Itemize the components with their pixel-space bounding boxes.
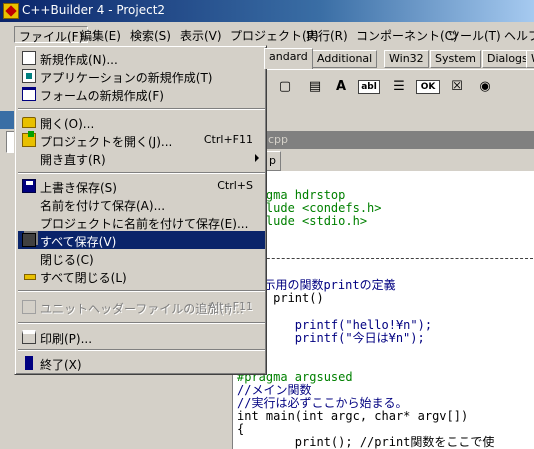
code-separator — [237, 258, 533, 259]
open-project-icon — [22, 131, 36, 147]
new-application-icon — [22, 69, 36, 83]
tab-win31[interactable]: Wi — [526, 50, 534, 68]
menu-separator — [18, 322, 265, 324]
menu-item-new[interactable]: 新規作成(N)... — [18, 49, 265, 67]
save-all-icon — [22, 233, 36, 247]
menu-item-label: すべて閉じる(L) — [40, 271, 127, 285]
file-menu-dropdown: 新規作成(N)... アプリケーションの新規作成(T) フォームの新規作成(F)… — [14, 45, 267, 375]
menu-separator — [18, 172, 265, 174]
palette-components: ▢ ▤ A abl ☰ OK ☒ ◉ — [264, 69, 534, 105]
new-document-icon — [22, 51, 36, 65]
frame-icon[interactable]: ▢ — [274, 76, 296, 98]
tab-system[interactable]: System — [430, 50, 482, 68]
menu-item-label: 終了(X) — [40, 358, 82, 372]
print-icon — [22, 330, 36, 344]
toolbar-gap — [264, 105, 534, 125]
menu-edit[interactable]: 編集(E) — [76, 26, 125, 43]
menu-run[interactable]: 実行(R) — [302, 26, 352, 43]
code-line: int main(int argc, char* argv[]) — [237, 409, 469, 423]
editor-gutter — [204, 365, 232, 449]
menu-help[interactable]: ヘルプ — [500, 26, 534, 43]
menu-item-shortcut: Alt+F11 — [208, 300, 253, 313]
menu-item-close[interactable]: 閉じる(C) — [18, 249, 265, 267]
menu-item-open[interactable]: 開く(O)... — [18, 113, 265, 131]
menu-tools[interactable]: ツール(T) — [444, 26, 505, 43]
close-all-icon — [22, 269, 36, 283]
code-editor[interactable]: #pragma hdrstop #include <condefs.h> #in… — [232, 171, 534, 449]
menu-item-label: 開き直す(R) — [40, 153, 106, 167]
menu-item-label: プロジェクトを開く(J)... — [40, 135, 173, 149]
menu-item-label: フォームの新規作成(F) — [40, 89, 164, 103]
window-title: C++Builder 4 - Project2 — [22, 3, 166, 17]
popup-menu-icon[interactable]: ▤ — [304, 76, 326, 98]
menu-item-label: 閉じる(C) — [40, 253, 94, 267]
menu-item-label: 印刷(P)... — [40, 332, 93, 346]
button-component-icon[interactable]: OK — [416, 80, 440, 94]
menu-item-save-all[interactable]: すべて保存(V) — [18, 231, 265, 249]
menu-separator — [18, 349, 265, 351]
menu-item-shortcut: Ctrl+F11 — [203, 133, 253, 146]
menu-item-new-application[interactable]: アプリケーションの新規作成(T) — [18, 67, 265, 85]
tab-standard[interactable]: andard — [264, 48, 313, 69]
menu-item-label: 新規作成(N)... — [40, 53, 118, 67]
menu-item-reopen[interactable]: 開き直す(R) — [18, 149, 265, 167]
menu-separator — [18, 108, 265, 110]
component-palette: andard Additional Win32 System Dialogs W… — [264, 45, 534, 105]
menu-item-exit[interactable]: 終了(X) — [18, 354, 265, 372]
checkbox-component-icon[interactable]: ☒ — [446, 76, 468, 98]
title-bar: C++Builder 4 - Project2 — [0, 0, 534, 22]
menu-bar: ファイル(F) 編集(E) 検索(S) 表示(V) プロジェクト(P) 実行(R… — [0, 23, 534, 45]
code-line: print(); //print関数をここで使 — [237, 435, 495, 449]
menu-item-save[interactable]: 上書き保存(S) Ctrl+S — [18, 177, 265, 195]
menu-search[interactable]: 検索(S) — [126, 26, 175, 43]
menu-item-label: 名前を付けて保存(A)... — [40, 199, 166, 213]
submenu-arrow-icon — [255, 154, 259, 162]
menu-item-close-all[interactable]: すべて閉じる(L) — [18, 267, 265, 285]
menu-item-new-form[interactable]: フォームの新規作成(F) — [18, 85, 265, 103]
menu-item-label: 開く(O)... — [40, 117, 95, 131]
menu-item-open-project[interactable]: プロジェクトを開く(J)... Ctrl+F11 — [18, 131, 265, 149]
menu-separator — [18, 290, 265, 292]
menu-item-label: プロジェクトに名前を付けて保存(E)... — [40, 217, 249, 231]
memo-component-icon[interactable]: ☰ — [388, 76, 410, 98]
menu-item-save-project-as[interactable]: プロジェクトに名前を付けて保存(E)... — [18, 213, 265, 231]
open-folder-icon — [22, 117, 36, 128]
menu-item-label: 上書き保存(S) — [40, 181, 117, 195]
tab-additional[interactable]: Additional — [312, 50, 378, 68]
menu-item-label: アプリケーションの新規作成(T) — [40, 71, 213, 85]
exit-icon — [25, 356, 33, 370]
label-component-icon[interactable]: A — [330, 76, 352, 98]
menu-item-add-unit-header[interactable]: ユニットヘッダーファイルの追加(I)... Alt+F11 — [18, 298, 265, 316]
editor-caption: cpp — [264, 131, 534, 149]
edit-component-icon[interactable]: abl — [358, 80, 380, 94]
menu-item-print[interactable]: 印刷(P)... — [18, 328, 265, 346]
unit-header-icon — [22, 300, 36, 314]
new-form-icon — [22, 87, 36, 101]
menu-view[interactable]: 表示(V) — [176, 26, 226, 43]
cppbuilder-app-icon[interactable] — [3, 3, 19, 19]
menu-item-label: すべて保存(V) — [40, 235, 117, 249]
tab-win32[interactable]: Win32 — [384, 50, 429, 68]
menu-item-shortcut: Ctrl+S — [217, 179, 253, 192]
save-disk-icon — [22, 179, 36, 193]
radio-component-icon[interactable]: ◉ — [474, 76, 496, 98]
menu-item-save-as[interactable]: 名前を付けて保存(A)... — [18, 195, 265, 213]
